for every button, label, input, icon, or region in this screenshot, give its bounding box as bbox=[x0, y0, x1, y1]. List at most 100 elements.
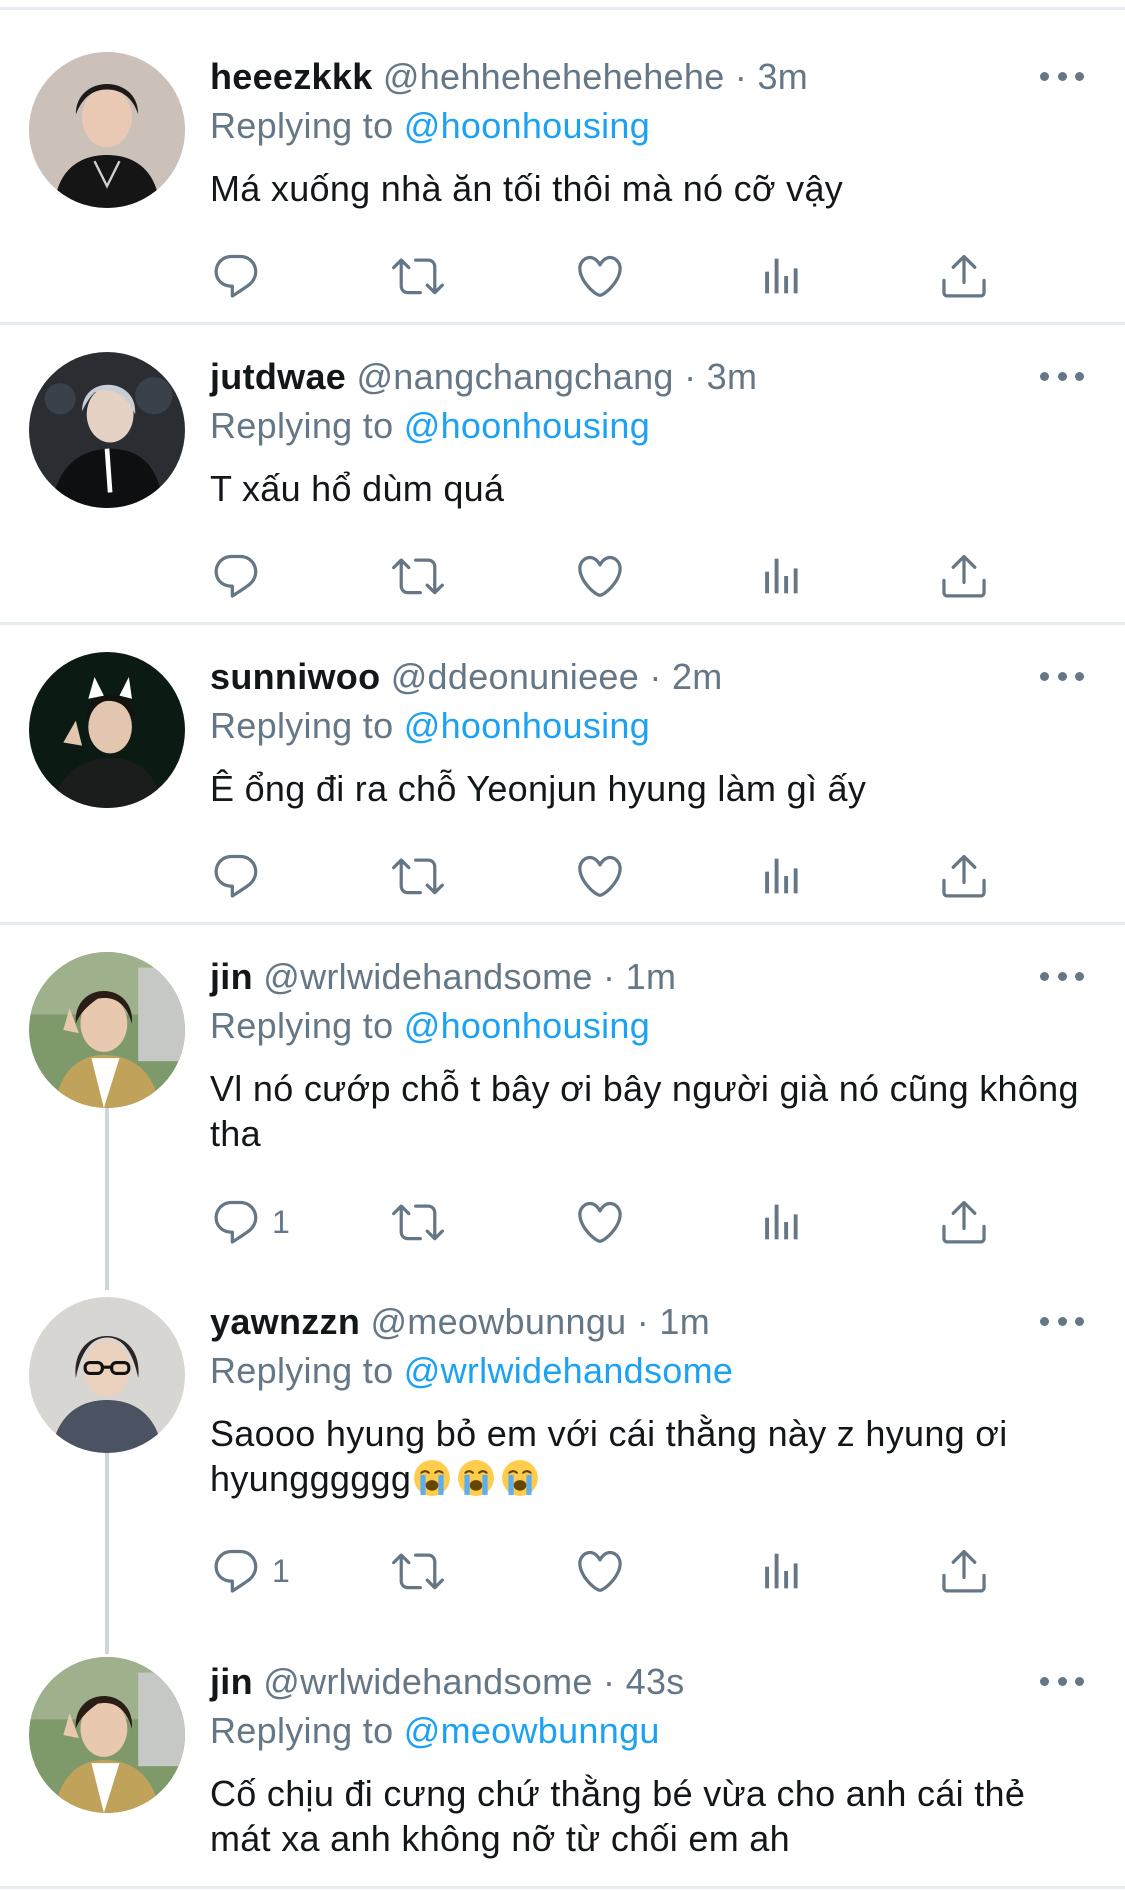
tweet[interactable]: yawnzzn @meowbunngu · 1m Replying to @wr… bbox=[0, 1297, 1125, 1627]
tweet[interactable]: jin @wrlwidehandsome · 43s Replying to @… bbox=[0, 1657, 1125, 1890]
retweet-button[interactable] bbox=[392, 1543, 444, 1599]
user-handle[interactable]: @wrlwidehandsome bbox=[263, 956, 593, 997]
user-handle[interactable]: @meowbunngu bbox=[370, 1301, 626, 1342]
display-name[interactable]: jin bbox=[210, 956, 253, 997]
avatar[interactable] bbox=[29, 1657, 185, 1813]
mention-link[interactable]: @hoonhousing bbox=[404, 105, 650, 146]
retweet-button[interactable] bbox=[392, 848, 444, 904]
more-icon[interactable] bbox=[1040, 68, 1084, 84]
reply-button[interactable] bbox=[210, 548, 272, 604]
analytics-icon bbox=[756, 250, 808, 302]
more-icon[interactable] bbox=[1040, 668, 1084, 684]
reply-count: 1 bbox=[272, 1552, 290, 1589]
retweet-icon bbox=[392, 250, 444, 302]
tweet[interactable]: jutdwae @nangchangchang · 3m Replying to… bbox=[0, 352, 1125, 612]
replying-to-label: Replying to bbox=[210, 105, 394, 146]
analytics-button[interactable] bbox=[756, 248, 808, 304]
timestamp[interactable]: 3m bbox=[707, 356, 758, 397]
display-name[interactable]: sunniwoo bbox=[210, 656, 380, 697]
like-button[interactable] bbox=[574, 848, 626, 904]
like-button[interactable] bbox=[574, 248, 626, 304]
tweet[interactable]: sunniwoo @ddeonunieee · 2m Replying to @… bbox=[0, 652, 1125, 912]
action-bar: 1 bbox=[210, 1543, 1010, 1599]
avatar[interactable] bbox=[29, 1297, 185, 1453]
more-icon[interactable] bbox=[1040, 368, 1084, 384]
reply-feed: heeezkkk @hehhehehehehehe · 3m Replying … bbox=[0, 0, 1125, 1890]
like-button[interactable] bbox=[574, 1543, 626, 1599]
share-button[interactable] bbox=[938, 848, 990, 904]
share-icon bbox=[938, 1196, 990, 1248]
mention-link[interactable]: @wrlwidehandsome bbox=[404, 1350, 734, 1391]
divider bbox=[0, 622, 1125, 625]
mention-link[interactable]: @hoonhousing bbox=[404, 705, 650, 746]
retweet-button[interactable] bbox=[392, 1194, 444, 1250]
mention-link[interactable]: @hoonhousing bbox=[404, 1005, 650, 1046]
replying-to: Replying to @hoonhousing bbox=[210, 403, 650, 449]
tweet-header: jin @wrlwidehandsome · 43s bbox=[210, 1659, 685, 1705]
reply-button[interactable] bbox=[210, 248, 272, 304]
retweet-button[interactable] bbox=[392, 548, 444, 604]
analytics-button[interactable] bbox=[756, 848, 808, 904]
tweet-text: Saooo hyung bỏ em với cái thằng này z hy… bbox=[210, 1411, 1090, 1501]
analytics-icon bbox=[756, 550, 808, 602]
tweet-text: Vl nó cướp chỗ t bây ơi bây người già nó… bbox=[210, 1068, 1079, 1154]
reply-count: 1 bbox=[272, 1203, 290, 1240]
user-handle[interactable]: @hehhehehehehehe bbox=[383, 56, 725, 97]
mention-link[interactable]: @meowbunngu bbox=[404, 1710, 660, 1751]
share-button[interactable] bbox=[938, 548, 990, 604]
user-handle[interactable]: @wrlwidehandsome bbox=[263, 1661, 593, 1702]
tweet-text: Cố chịu đi cưng chứ thằng bé vừa cho anh… bbox=[210, 1773, 1026, 1859]
mention-link[interactable]: @hoonhousing bbox=[404, 405, 650, 446]
reply-icon bbox=[210, 850, 262, 902]
retweet-icon bbox=[392, 550, 444, 602]
like-icon bbox=[574, 1196, 626, 1248]
like-button[interactable] bbox=[574, 1194, 626, 1250]
replying-to: Replying to @wrlwidehandsome bbox=[210, 1348, 733, 1394]
analytics-button[interactable] bbox=[756, 548, 808, 604]
more-icon[interactable] bbox=[1040, 968, 1084, 984]
action-bar bbox=[210, 848, 1010, 904]
retweet-button[interactable] bbox=[392, 248, 444, 304]
share-button[interactable] bbox=[938, 1543, 990, 1599]
more-icon[interactable] bbox=[1040, 1673, 1084, 1689]
reply-button[interactable]: 1 bbox=[210, 1543, 290, 1599]
replying-to-label: Replying to bbox=[210, 1710, 394, 1751]
analytics-button[interactable] bbox=[756, 1543, 808, 1599]
divider bbox=[0, 322, 1125, 325]
retweet-icon bbox=[392, 1196, 444, 1248]
timestamp[interactable]: 1m bbox=[626, 956, 677, 997]
tweet[interactable]: jin @wrlwidehandsome · 1m Replying to @h… bbox=[0, 952, 1125, 1272]
avatar[interactable] bbox=[29, 952, 185, 1108]
timestamp[interactable]: 43s bbox=[626, 1661, 685, 1702]
share-button[interactable] bbox=[938, 248, 990, 304]
tweet-header: yawnzzn @meowbunngu · 1m bbox=[210, 1299, 710, 1345]
avatar[interactable] bbox=[29, 652, 185, 808]
user-handle[interactable]: @nangchangchang bbox=[356, 356, 673, 397]
separator-dot: · bbox=[734, 56, 748, 97]
avatar[interactable] bbox=[29, 52, 185, 208]
retweet-icon bbox=[392, 1545, 444, 1597]
display-name[interactable]: yawnzzn bbox=[210, 1301, 360, 1342]
timestamp[interactable]: 1m bbox=[659, 1301, 710, 1342]
like-icon bbox=[574, 550, 626, 602]
display-name[interactable]: jutdwae bbox=[210, 356, 346, 397]
separator-dot: · bbox=[603, 1661, 616, 1702]
crying-face-emoji bbox=[457, 1459, 495, 1497]
timestamp[interactable]: 3m bbox=[757, 56, 808, 97]
like-button[interactable] bbox=[574, 548, 626, 604]
replying-to-label: Replying to bbox=[210, 1350, 394, 1391]
replying-to-label: Replying to bbox=[210, 705, 394, 746]
analytics-button[interactable] bbox=[756, 1194, 808, 1250]
share-button[interactable] bbox=[938, 1194, 990, 1250]
reply-button[interactable] bbox=[210, 848, 272, 904]
avatar[interactable] bbox=[29, 352, 185, 508]
display-name[interactable]: heeezkkk bbox=[210, 56, 373, 97]
timestamp[interactable]: 2m bbox=[672, 656, 723, 697]
more-icon[interactable] bbox=[1040, 1313, 1084, 1329]
tweet[interactable]: heeezkkk @hehhehehehehehe · 3m Replying … bbox=[0, 52, 1125, 312]
display-name[interactable]: jin bbox=[210, 1661, 253, 1702]
user-handle[interactable]: @ddeonunieee bbox=[391, 656, 639, 697]
separator-dot: · bbox=[636, 1301, 650, 1342]
reply-button[interactable]: 1 bbox=[210, 1194, 290, 1250]
like-icon bbox=[574, 1545, 626, 1597]
